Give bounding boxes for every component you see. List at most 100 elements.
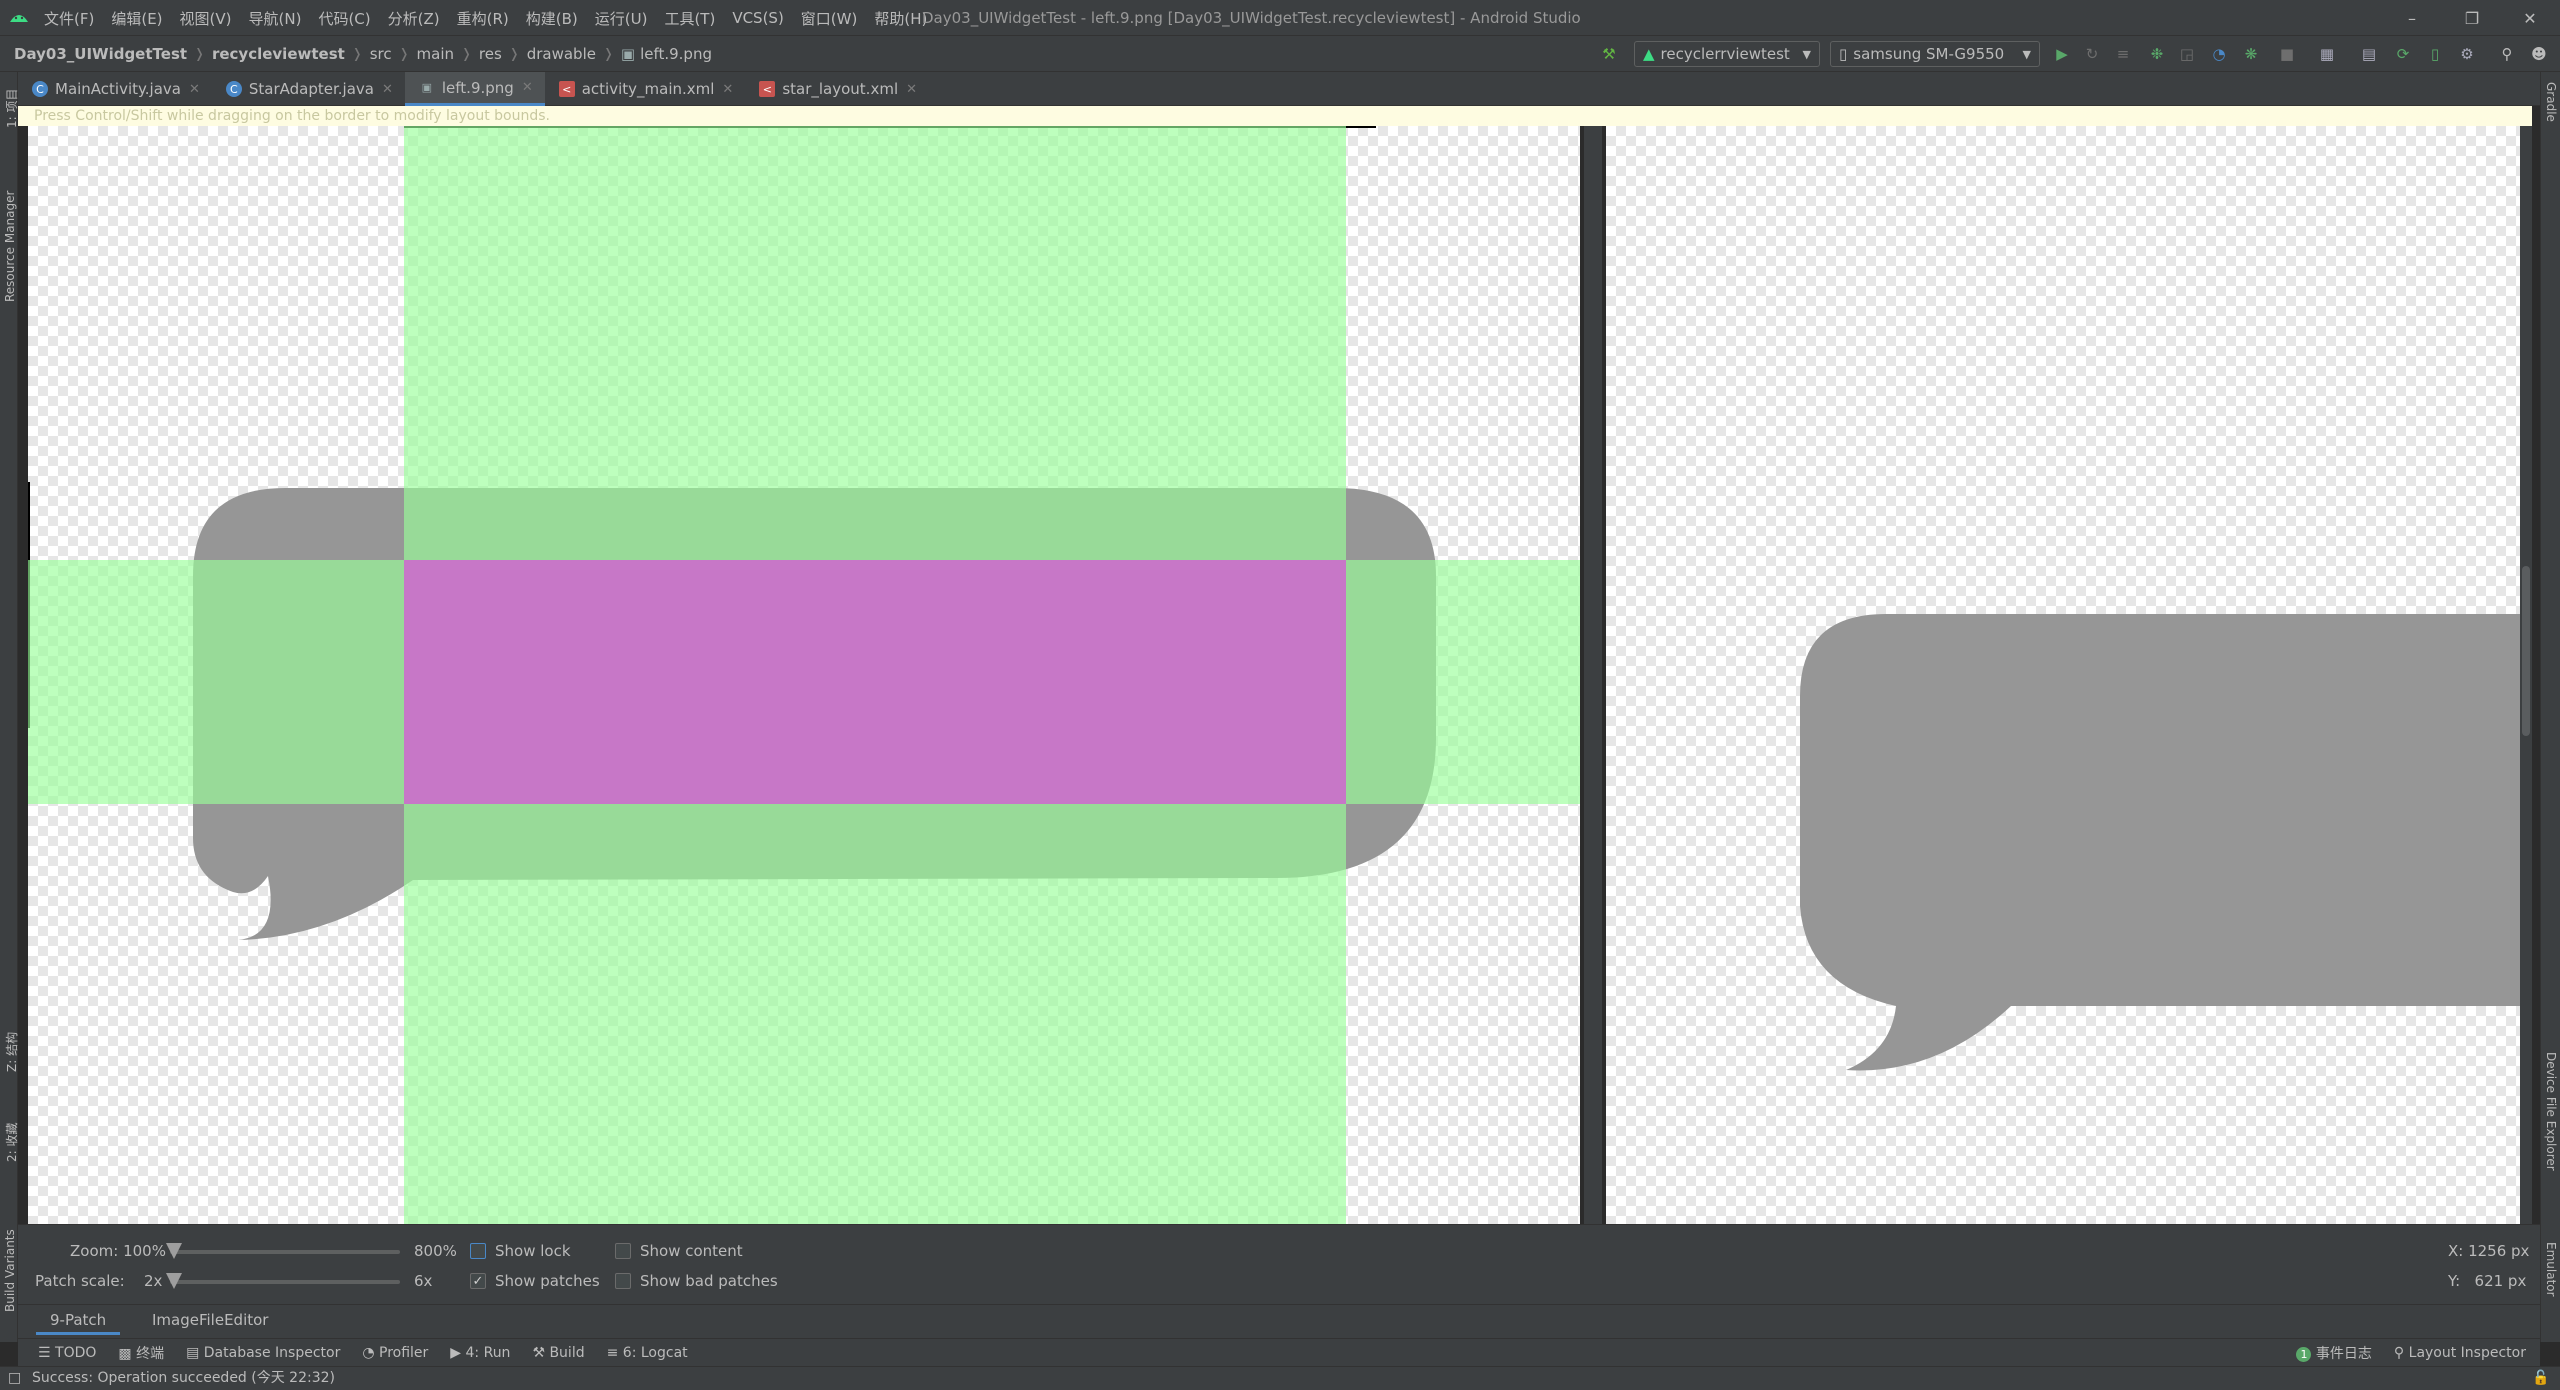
resource-manager-tool-button[interactable]: Resource Manager [3,191,17,302]
apply-code-changes-icon[interactable]: ≡ [2112,43,2134,65]
coverage-icon[interactable]: ◲ [2176,43,2198,65]
tab-left-9-png[interactable]: ▣ left.9.png ✕ [404,72,545,106]
show-bad-patches-checkbox[interactable] [615,1273,631,1289]
xml-file-icon: < [558,81,575,97]
close-icon[interactable]: ✕ [382,82,393,97]
database-icon: ▤ [186,1344,204,1361]
show-content-checkbox[interactable] [615,1243,631,1259]
scrollbar-thumb[interactable] [2522,566,2530,736]
editor-splitter[interactable] [1580,126,1606,1224]
breadcrumb-res[interactable]: res [479,45,502,63]
layout-icon[interactable]: ▤ [2358,43,2380,65]
project-structure-icon[interactable]: ▦ [2316,43,2338,65]
chevron-down-icon: ▼ [1802,47,1811,61]
lock-icon[interactable]: 🔓 [2532,1367,2549,1390]
tab-label: left.9.png [441,78,514,97]
sdk-manager-icon[interactable]: ⚙ [2456,43,2478,65]
account-icon[interactable]: ☻ [2528,43,2550,65]
menu-build[interactable]: 构建(B) [526,8,578,29]
stretched-bubble-preview [1800,614,2520,1071]
menu-code[interactable]: 代码(C) [318,8,370,29]
close-icon[interactable]: ✕ [522,80,533,95]
chevron-right-icon: ❭ [602,46,614,62]
breadcrumb-src[interactable]: src [370,45,392,63]
chevron-right-icon: ❭ [194,46,205,62]
patch-scale-max-label: 6x [414,1272,433,1290]
menu-analyze[interactable]: 分析(Z) [388,8,440,29]
menu-run[interactable]: 运行(U) [595,8,648,29]
stop-icon[interactable]: ■ [2276,43,2298,65]
close-icon[interactable]: ✕ [906,82,917,97]
zoom-slider-handle[interactable] [166,1243,182,1259]
menu-tools[interactable]: 工具(T) [664,8,715,29]
device-file-explorer-tool-button[interactable]: Device File Explorer [2544,1052,2558,1171]
preview-scrollbar[interactable] [2520,126,2532,1224]
restore-icon[interactable]: ❐ [2442,0,2502,36]
zoom-slider[interactable] [170,1250,400,1254]
tab-activity-main-xml[interactable]: < activity_main.xml ✕ [545,72,746,106]
run-config-select[interactable]: ▲ recyclerrviewtest ▼ [1634,41,1820,67]
breadcrumb-file[interactable]: left.9.png [640,45,712,63]
close-icon[interactable]: ✕ [189,82,200,97]
show-lock-checkbox[interactable] [470,1243,486,1259]
tab-nine-patch[interactable]: 9-Patch [36,1305,121,1335]
menu-vcs[interactable]: VCS(S) [732,9,783,27]
search-icon[interactable]: ⚲ [2496,43,2518,65]
apply-changes-icon[interactable]: ↻ [2081,43,2103,65]
run-tool-button[interactable]: ▶ 4: Run [450,1345,510,1361]
close-icon[interactable]: ✕ [2500,0,2560,36]
tab-staradapter[interactable]: C StarAdapter.java ✕ [212,72,405,106]
tool-label: 终端 [136,1345,165,1362]
run-config-label: recyclerrviewtest [1660,45,1790,63]
menu-navigate[interactable]: 导航(N) [249,8,302,29]
attach-debugger-icon[interactable]: ❋ [2240,43,2262,65]
checkmark-icon: ✓ [472,1273,484,1289]
tab-mainactivity[interactable]: C MainActivity.java ✕ [18,72,212,106]
menu-refactor[interactable]: 重构(R) [457,8,509,29]
patch-scale-slider-handle[interactable] [166,1273,182,1289]
close-icon[interactable]: ✕ [722,82,733,97]
build-variants-tool-button[interactable]: Build Variants [3,1229,17,1312]
minimize-icon[interactable]: – [2382,0,2442,36]
database-inspector-tool-button[interactable]: ▤ Database Inspector [186,1345,340,1361]
breadcrumb-drawable[interactable]: drawable [527,45,596,63]
patch-scale-label: Patch scale: [35,1272,125,1290]
profiler-tool-button[interactable]: ◔ Profiler [362,1345,428,1361]
run-icon[interactable]: ▶ [2051,43,2073,65]
sync-gradle-icon[interactable]: ⟳ [2392,43,2414,65]
structure-tool-button[interactable]: Z: 结构 [3,1032,20,1072]
gradle-tool-button[interactable]: Gradle [2544,82,2558,122]
status-toggle-icon[interactable]: □ [8,1367,21,1390]
tab-star-layout-xml[interactable]: < star_layout.xml ✕ [745,72,929,106]
todo-tool-button[interactable]: ☰ TODO [38,1345,96,1361]
breadcrumb-project[interactable]: Day03_UIWidgetTest [14,45,187,63]
menu-help[interactable]: 帮助(H) [874,8,927,29]
breadcrumb-module[interactable]: recycleviewtest [212,45,345,63]
avd-manager-icon[interactable]: ▯ [2424,43,2446,65]
device-select[interactable]: ▯ samsung SM-G9550 ▼ [1830,41,2040,67]
menu-window[interactable]: 窗口(W) [801,8,858,29]
profile-icon[interactable]: ◔ [2208,43,2230,65]
menu-edit[interactable]: 编辑(E) [111,8,162,29]
show-patches-label: Show patches [495,1272,600,1290]
hammer-icon[interactable]: ⚒ [1598,43,1620,65]
chevron-right-icon: ❭ [508,46,520,62]
favorites-tool-button[interactable]: 2: 收藏 [3,1123,20,1163]
terminal-tool-button[interactable]: ▩ 终端 [118,1343,164,1363]
emulator-tool-button[interactable]: Emulator [2544,1242,2558,1297]
menu-view[interactable]: 视图(V) [180,8,232,29]
tool-label: TODO [55,1344,97,1361]
tool-label: Profiler [379,1344,429,1361]
layout-inspector-tool-button[interactable]: ⚲ Layout Inspector [2394,1345,2526,1361]
logcat-tool-button[interactable]: ≡ 6: Logcat [607,1345,688,1361]
debug-icon[interactable]: ❉ [2146,43,2168,65]
event-log-tool-button[interactable]: 1 事件日志 [2296,1343,2372,1363]
editor-tab-bar: C MainActivity.java ✕ C StarAdapter.java… [18,72,2540,106]
build-tool-button[interactable]: ⚒ Build [532,1345,584,1361]
patch-scale-slider[interactable] [170,1280,400,1284]
menu-file[interactable]: 文件(F) [44,8,94,29]
show-patches-checkbox[interactable]: ✓ [470,1273,486,1289]
tab-image-file-editor[interactable]: ImageFileEditor [142,1305,278,1335]
breadcrumb-main[interactable]: main [417,45,454,63]
nine-patch-editor-canvas[interactable] [28,126,1580,1224]
